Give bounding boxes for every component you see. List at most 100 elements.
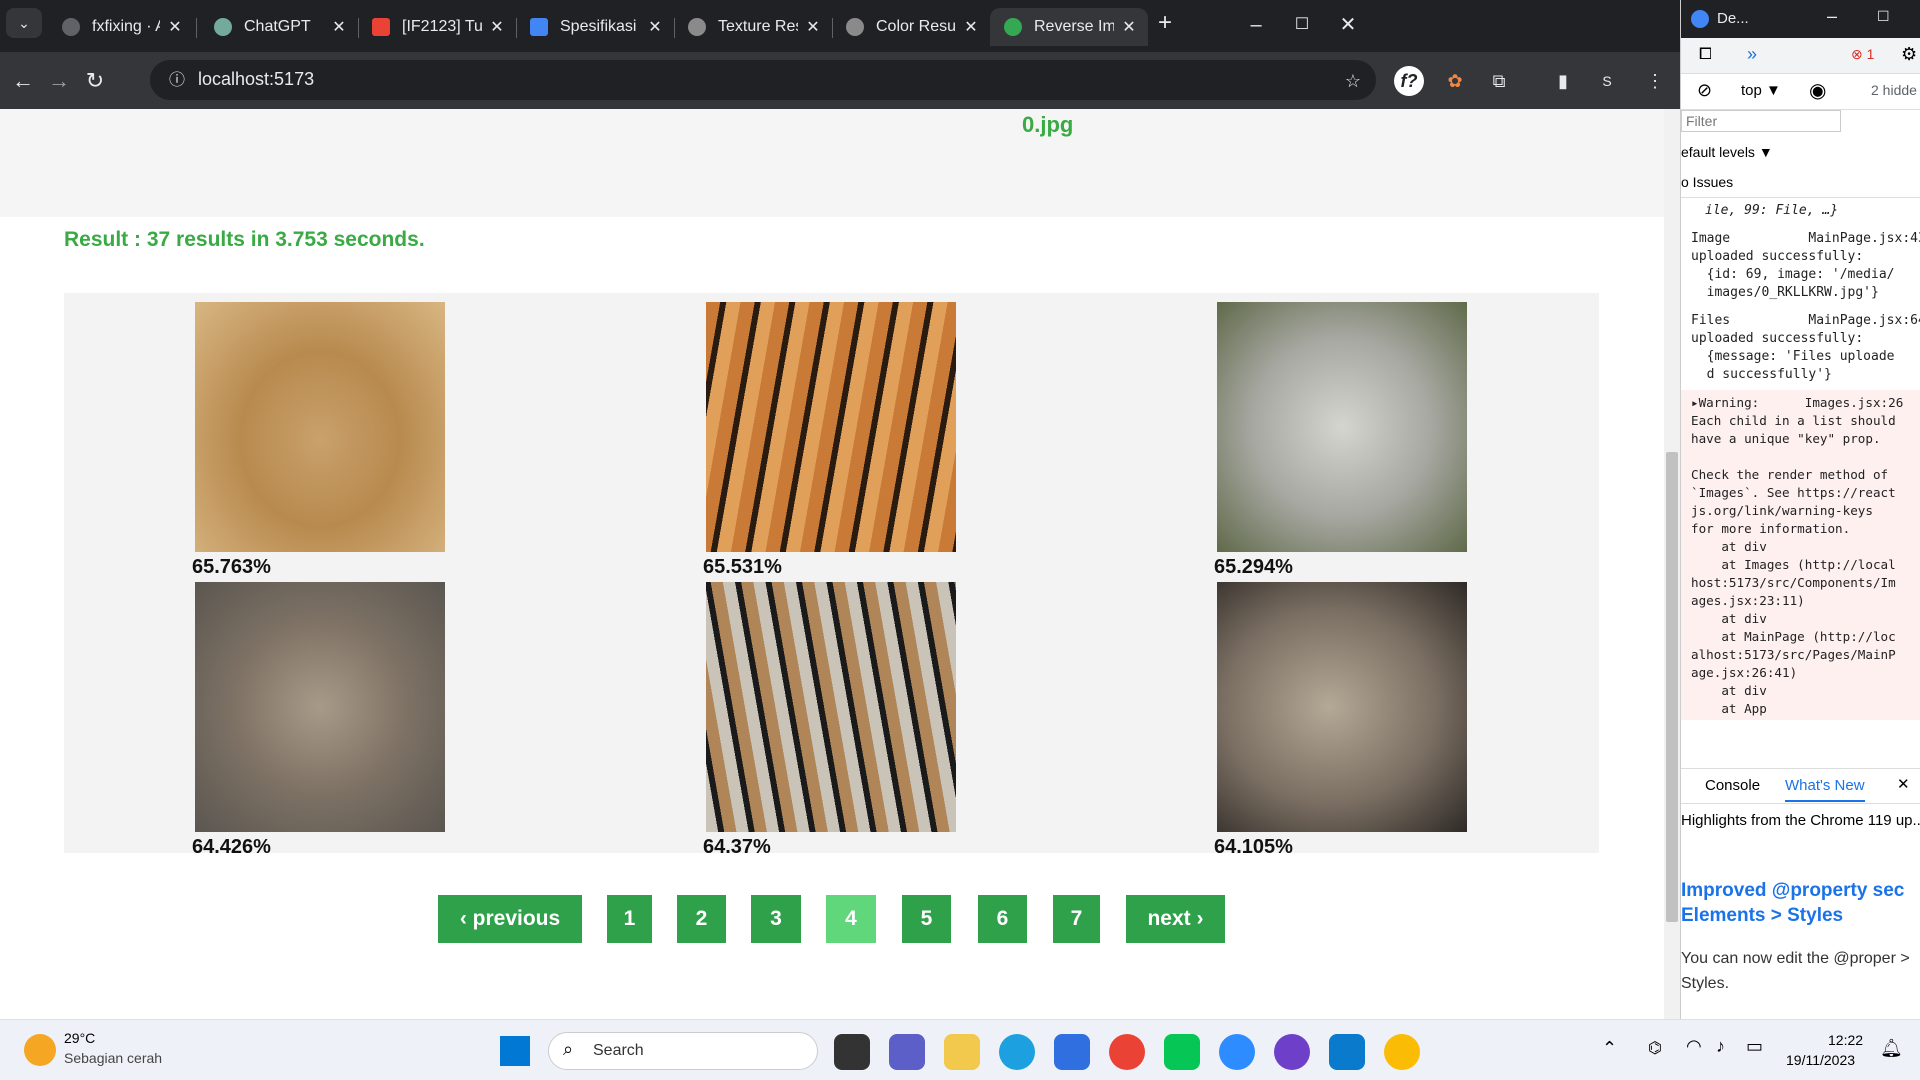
chrome-icon[interactable] — [1384, 1034, 1420, 1070]
page-6-button[interactable]: 6 — [978, 895, 1027, 943]
profile-avatar[interactable]: S — [1592, 66, 1622, 96]
wolf-image[interactable] — [1217, 582, 1467, 832]
store-icon[interactable] — [1054, 1034, 1090, 1070]
menu-kebab-icon[interactable]: ⋮ — [1640, 66, 1670, 96]
color-picker-extension-icon[interactable]: ✿ — [1440, 66, 1470, 96]
log-levels-dropdown[interactable]: efault levels ▼ — [1681, 144, 1773, 160]
previous-page-button[interactable]: ‹ previous — [438, 895, 582, 943]
site-info-icon[interactable]: ⓘ — [162, 66, 192, 96]
tab-search-button[interactable]: ⌄ — [6, 8, 42, 38]
windows-start-icon[interactable] — [500, 1036, 530, 1066]
reverse-image-icon — [1004, 18, 1022, 36]
similarity-percentage: 65.763% — [192, 556, 271, 578]
result-card[interactable]: 64.105% — [1214, 582, 1467, 859]
page-2-button[interactable]: 2 — [677, 895, 726, 943]
result-card[interactable]: 64.37% — [703, 582, 956, 859]
context-selector[interactable]: top ▼ — [1741, 82, 1781, 99]
result-card[interactable]: 64.426% — [192, 582, 445, 859]
tab-texture-result[interactable]: Texture Result – D ✕ — [674, 8, 832, 46]
close-icon[interactable]: ✕ — [646, 17, 664, 37]
tab-console[interactable]: Console — [1705, 777, 1760, 794]
page-7-button[interactable]: 7 — [1053, 895, 1100, 943]
uploaded-filename: 0.jpg — [1022, 112, 1074, 137]
new-tab-button[interactable]: + — [1150, 8, 1180, 38]
error-count-badge[interactable]: ⊗ 1 — [1851, 46, 1874, 63]
close-icon[interactable]: ✕ — [330, 17, 348, 37]
more-tabs-chevron-icon[interactable]: » — [1747, 44, 1757, 65]
minimize-button[interactable]: – — [1236, 10, 1276, 40]
page-1-button[interactable]: 1 — [607, 895, 652, 943]
clock-time[interactable]: 12:22 — [1828, 1032, 1863, 1048]
wolf-image[interactable] — [195, 582, 445, 832]
maximize-button[interactable]: ☐ — [1877, 8, 1890, 25]
clear-console-icon[interactable]: ⊘ — [1697, 80, 1712, 101]
tab-spesifikasi[interactable]: Spesifikasi Tugas ✕ — [516, 8, 674, 46]
notification-bell-icon[interactable]: 🔔︎ — [1880, 1038, 1903, 1059]
tab-gmail[interactable]: [IF2123] Tugas Besar ✕ — [358, 8, 516, 46]
tab-chatgpt[interactable]: ChatGPT ✕ — [200, 8, 358, 46]
weather-temp[interactable]: 29°C — [64, 1030, 95, 1046]
extensions-puzzle-icon[interactable]: ⧉ — [1484, 66, 1514, 96]
side-panel-icon[interactable]: ▮ — [1548, 66, 1578, 96]
address-bar[interactable] — [150, 60, 1376, 100]
speaker-icon[interactable]: ♪ — [1716, 1036, 1725, 1057]
page-3-button[interactable]: 3 — [751, 895, 801, 943]
forward-arrow-icon[interactable]: → — [44, 66, 74, 96]
cheetah-image[interactable] — [195, 302, 445, 552]
close-icon[interactable]: ✕ — [488, 17, 506, 37]
tab-color-result[interactable]: Color Result – D ✕ — [832, 8, 990, 46]
chevron-up-icon[interactable]: ⌃ — [1602, 1038, 1617, 1059]
battery-icon[interactable]: ▭ — [1746, 1036, 1763, 1057]
weather-icon[interactable] — [24, 1034, 56, 1066]
search-bar[interactable]: ⌕ Search — [548, 1032, 818, 1070]
close-icon[interactable]: ✕ — [1120, 17, 1138, 37]
settings-gear-icon[interactable]: ⚙ — [1901, 44, 1917, 65]
weather-desc[interactable]: Sebagian cerah — [64, 1050, 162, 1066]
vscode-icon[interactable] — [1329, 1034, 1365, 1070]
device-toolbar-icon[interactable]: ⧠ — [1699, 46, 1712, 64]
close-icon[interactable]: ✕ — [962, 17, 980, 37]
globe-icon — [846, 18, 864, 36]
filter-input[interactable]: Filter — [1681, 110, 1841, 132]
next-page-button[interactable]: next › — [1126, 895, 1225, 943]
tab-whats-new[interactable]: What's New — [1785, 777, 1865, 802]
close-icon[interactable]: ✕ — [166, 17, 184, 37]
reload-icon[interactable]: ↻ — [80, 66, 110, 96]
tab-fxfixing[interactable]: fxfixing · Akmal ✕ — [48, 8, 194, 46]
chrome-icon[interactable] — [1109, 1034, 1145, 1070]
back-arrow-icon[interactable]: ← — [8, 66, 38, 96]
wifi-icon[interactable]: ◠ — [1686, 1036, 1702, 1057]
edge-icon[interactable] — [999, 1034, 1035, 1070]
github-desktop-icon[interactable] — [1274, 1034, 1310, 1070]
teams-chat-icon[interactable] — [889, 1034, 925, 1070]
line-icon[interactable] — [1164, 1034, 1200, 1070]
result-card[interactable]: 65.763% — [192, 302, 445, 579]
issues-link[interactable]: o Issues — [1681, 174, 1920, 198]
url-text[interactable]: localhost:5173 — [198, 69, 314, 90]
result-card[interactable]: 65.294% — [1214, 302, 1467, 579]
close-icon[interactable]: ✕ — [804, 17, 822, 37]
close-icon[interactable]: ✕ — [1897, 775, 1910, 793]
feature-title[interactable]: Improved @property sec Elements > Styles — [1681, 878, 1920, 928]
scrollbar-thumb[interactable] — [1666, 452, 1678, 922]
zoom-icon[interactable] — [1219, 1034, 1255, 1070]
network-icon[interactable]: ⌬ — [1648, 1038, 1662, 1058]
page-4-button[interactable]: 4 — [826, 895, 876, 943]
bookmark-star-icon[interactable]: ☆ — [1338, 66, 1368, 96]
maximize-button[interactable]: ☐ — [1282, 10, 1322, 40]
task-view-icon[interactable] — [834, 1034, 870, 1070]
close-window-button[interactable]: ✕ — [1328, 10, 1368, 40]
result-card[interactable]: 65.531% — [703, 302, 956, 579]
page-5-button[interactable]: 5 — [902, 895, 951, 943]
formula-extension-icon[interactable]: f? — [1394, 66, 1424, 96]
clock-date[interactable]: 19/11/2023 — [1786, 1052, 1855, 1068]
file-explorer-icon[interactable] — [944, 1034, 980, 1070]
tiger-image[interactable] — [706, 582, 956, 832]
similarity-percentage: 64.105% — [1214, 836, 1293, 858]
snow-leopard-image[interactable] — [1217, 302, 1467, 552]
minimize-button[interactable]: – — [1827, 6, 1837, 27]
eye-icon[interactable]: ◉ — [1809, 78, 1826, 103]
tiger-image[interactable] — [706, 302, 956, 552]
devtools-toolbar: ⧠ » ⊗ 1 ⚙ — [1681, 38, 1920, 74]
tab-reverse-image[interactable]: Reverse Image ✕ — [990, 8, 1148, 46]
